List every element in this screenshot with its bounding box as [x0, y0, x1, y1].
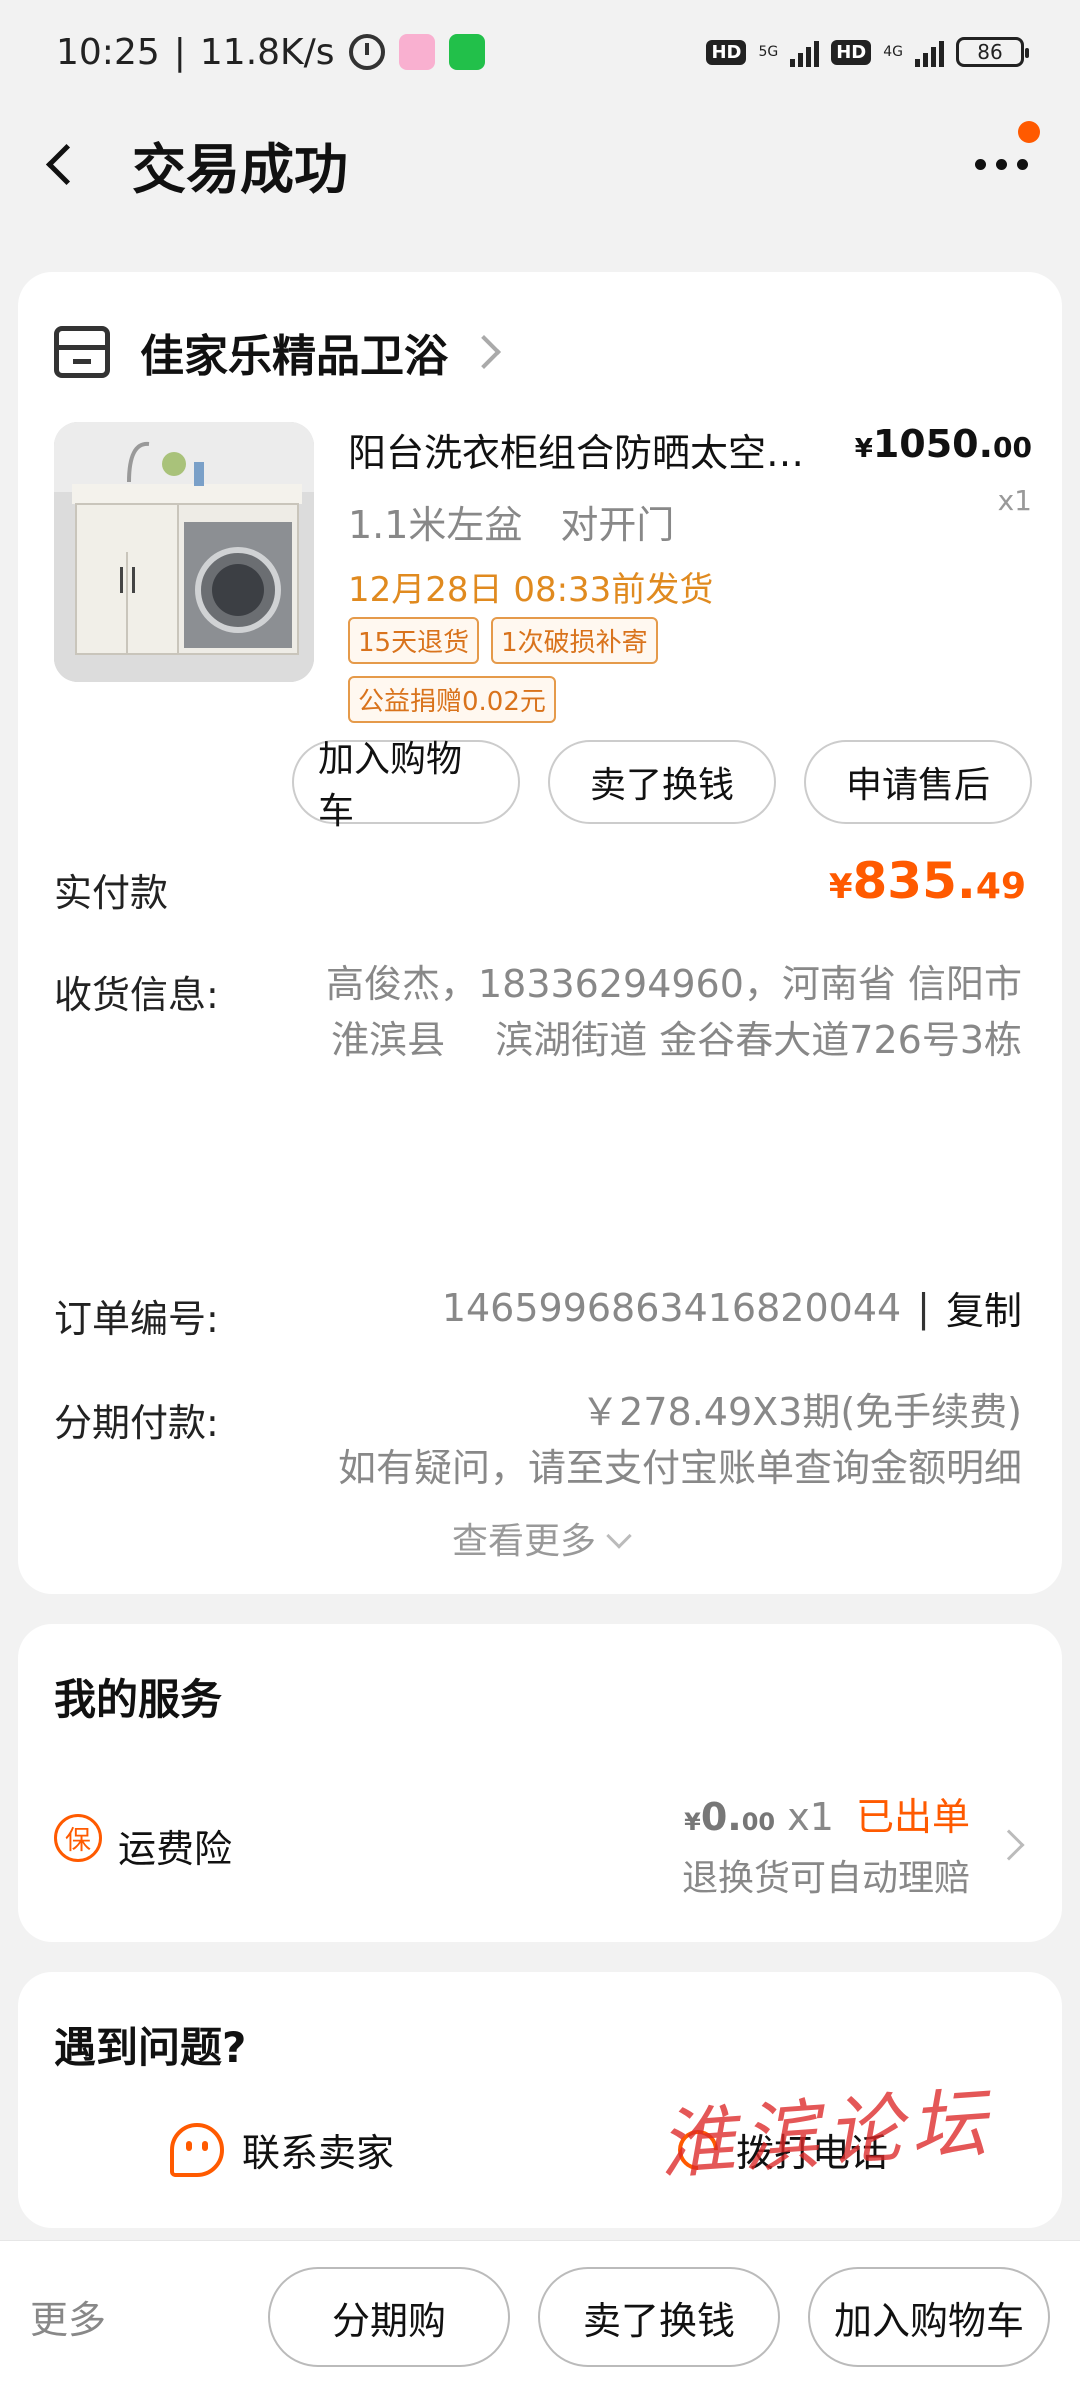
- after-sales-button[interactable]: 申请售后: [804, 740, 1032, 824]
- tag-damage: 1次破损补寄: [491, 617, 658, 664]
- status-time: 10:25: [56, 31, 160, 73]
- washer-cabinet-image: [54, 422, 314, 682]
- add-to-cart-button[interactable]: 加入购物车: [292, 739, 520, 832]
- insurance-note: 退换货可自动理赔: [681, 1858, 970, 1899]
- product-title[interactable]: 阳台洗衣柜组合防晒太空…: [348, 422, 848, 477]
- order-card: 佳家乐精品卫浴 阳台洗衣柜组合防晒太空… ¥1050.00 x1 1.1米左盆 …: [18, 272, 1062, 1594]
- signal-icon-2: [915, 37, 944, 67]
- insurance-price-line: ¥0.00 x1 已出单: [682, 1786, 970, 1841]
- product-price-dec: 00: [993, 431, 1032, 464]
- order-number-label: 订单编号:: [54, 1297, 219, 1341]
- order-number-row: 1465996863416820044 | 复制: [442, 1280, 1022, 1335]
- resell-button[interactable]: 卖了换钱: [548, 740, 776, 824]
- tag-return: 15天退货: [348, 617, 480, 664]
- insurance-details: ¥0.00 x1 已出单 退换货可自动理赔: [682, 1786, 970, 1901]
- bottom-action-bar: 更多 分期购 卖了换钱 加入购物车: [0, 2240, 1080, 2400]
- paid-dec: 49: [975, 866, 1026, 907]
- battery-icon: 86: [956, 37, 1029, 67]
- insurance-price-int: 0.: [700, 1795, 742, 1839]
- contact-seller-label: 联系卖家: [242, 2131, 395, 2175]
- chevron-down-icon: [606, 1523, 632, 1549]
- insurance-price-dec: 00: [741, 1808, 776, 1836]
- installment-buy-button[interactable]: 分期购: [268, 2267, 510, 2367]
- ship-deadline: 12月28日 08:33前发货: [348, 570, 714, 610]
- insurance-icon: 保: [54, 1814, 102, 1862]
- chat-icon: [170, 2122, 224, 2177]
- address-value: 高俊杰，18336294960，河南省 信阳市 淮滨县 滨湖街道 金谷春大道72…: [325, 962, 1022, 1062]
- paid-int: 835.: [852, 852, 976, 910]
- help-actions: 联系卖家 拨打电话: [18, 2121, 1062, 2192]
- paid-amount: ¥835.49: [829, 852, 1026, 910]
- more-link[interactable]: 更多: [30, 2289, 106, 2344]
- status-right: HD 5G HD 4G 86: [706, 37, 1029, 67]
- freight-insurance-row[interactable]: 保 运费险 ¥0.00 x1 已出单 退换货可自动理赔: [54, 1786, 1026, 1906]
- network-5g-label: 5G: [758, 44, 779, 60]
- chevron-right-icon: [467, 335, 501, 369]
- chevron-right-icon: [993, 1829, 1025, 1861]
- help-card: 遇到问题? 联系卖家 拨打电话 淮滨论坛: [18, 1972, 1062, 2228]
- more-options-icon[interactable]: [975, 120, 1040, 170]
- service-card: 我的服务 保 运费险 ¥0.00 x1 已出单 退换货可自动理赔: [18, 1624, 1062, 1942]
- product-image[interactable]: [54, 422, 314, 682]
- paid-label: 实付款: [54, 871, 169, 915]
- nav-bar: 交易成功: [0, 104, 1080, 224]
- address-label: 收货信息:: [54, 973, 219, 1017]
- order-actions: 加入购物车 卖了换钱 申请售后: [292, 739, 1032, 832]
- service-title: 我的服务: [54, 1675, 223, 1724]
- app-notification-icon: [398, 34, 435, 70]
- bottom-resell-button[interactable]: 卖了换钱: [538, 2267, 780, 2367]
- network-4g-label: 4G: [883, 44, 903, 60]
- alarm-icon: [348, 34, 385, 70]
- see-more-label: 查看更多: [451, 1521, 596, 1562]
- installment-value: ￥278.49X3期(免手续费): [581, 1390, 1022, 1434]
- page-title: 交易成功: [132, 137, 348, 201]
- service-tags: 15天退货 1次破损补寄 公益捐赠0.02元: [348, 617, 848, 723]
- bottom-add-to-cart-button[interactable]: 加入购物车: [808, 2267, 1050, 2367]
- product-price-currency: ¥: [854, 434, 873, 464]
- installment-note: 如有疑问，请至支付宝账单查询金额明细: [337, 1446, 1022, 1490]
- order-number: 1465996863416820044: [441, 1285, 902, 1330]
- shop-row[interactable]: 佳家乐精品卫浴: [54, 320, 501, 384]
- help-title: 遇到问题?: [54, 2023, 247, 2072]
- insurance-name: 运费险: [118, 1827, 233, 1871]
- order-number-separator: |: [917, 1285, 930, 1330]
- hd-badge-2: HD: [831, 39, 872, 65]
- product-price-int: 1050.: [872, 422, 994, 466]
- phone-icon: [669, 2121, 727, 2178]
- contact-seller-button[interactable]: 联系卖家: [170, 2122, 394, 2177]
- store-icon: [54, 326, 110, 378]
- copy-order-button[interactable]: 复制: [946, 1280, 1022, 1335]
- product-price: ¥1050.00: [855, 422, 1032, 466]
- tag-charity: 公益捐赠0.02元: [348, 676, 556, 723]
- insurance-currency: ¥: [684, 1808, 701, 1836]
- status-left: 10:25 | 11.8K/s: [56, 32, 485, 73]
- product-quantity: x1: [997, 484, 1032, 517]
- back-arrow-icon[interactable]: [40, 144, 80, 184]
- call-phone-label: 拨打电话: [736, 2131, 889, 2175]
- paid-currency: ¥: [828, 867, 853, 907]
- status-bar: 10:25 | 11.8K/s HD 5G HD 4G 86: [0, 0, 1080, 104]
- insurance-qty: x1: [787, 1795, 834, 1839]
- status-speed: 11.8K/s: [199, 31, 335, 73]
- installment-value-block: ￥278.49X3期(免手续费) 如有疑问，请至支付宝账单查询金额明细: [322, 1384, 1022, 1496]
- iqiyi-icon: [448, 34, 485, 70]
- installment-label: 分期付款:: [54, 1401, 219, 1445]
- hd-badge-1: HD: [706, 39, 747, 65]
- insurance-price: ¥0.00: [684, 1795, 775, 1839]
- battery-level: 86: [977, 40, 1003, 64]
- call-phone-button[interactable]: 拨打电话: [669, 2121, 889, 2178]
- insurance-status: 已出单: [855, 1795, 970, 1839]
- signal-icon-1: [790, 37, 820, 67]
- status-divider: |: [173, 31, 186, 73]
- product-spec: 1.1米左盆 对开门: [348, 503, 675, 547]
- bottom-buttons: 分期购 卖了换钱 加入购物车: [268, 2267, 1050, 2367]
- see-more-button[interactable]: 查看更多: [18, 1512, 1062, 1564]
- notification-dot: [1018, 120, 1040, 143]
- shop-name: 佳家乐精品卫浴: [140, 331, 448, 382]
